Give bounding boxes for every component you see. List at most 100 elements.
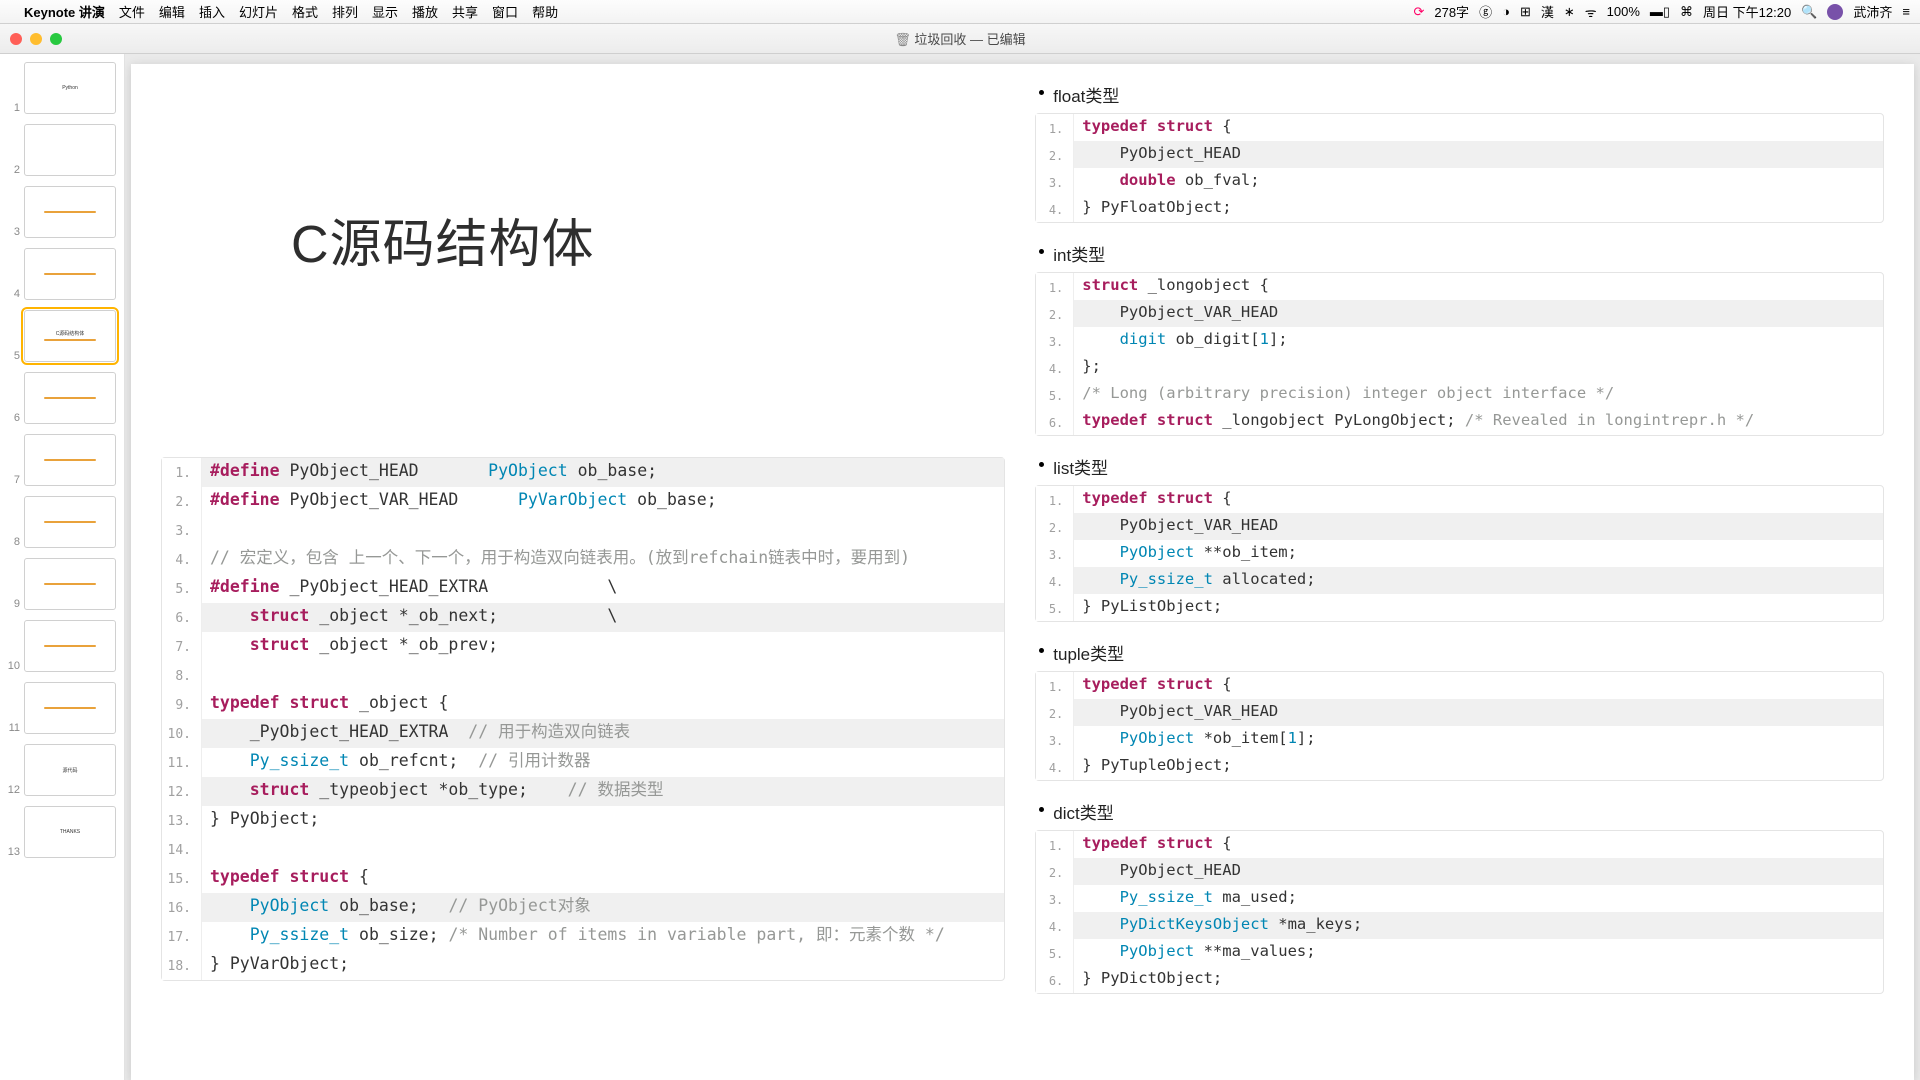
close-window-button[interactable]	[10, 33, 22, 45]
code-line: 9.typedef struct _object {	[162, 690, 1004, 719]
code-content: // 宏定义，包含 上一个、下一个，用于构造双向链表用。(放到refchain链…	[202, 545, 1004, 574]
line-number: 4.	[162, 545, 202, 574]
slide-thumbnail-13[interactable]: THANKS	[24, 806, 116, 858]
minimize-window-button[interactable]	[30, 33, 42, 45]
code-line: 2. PyObject_VAR_HEAD	[1036, 699, 1883, 726]
code-line: 5./* Long (arbitrary precision) integer …	[1036, 381, 1883, 408]
thumb-number: 10	[6, 660, 20, 672]
slide-thumbnail-7[interactable]	[24, 434, 116, 486]
slide-thumbnail-10[interactable]	[24, 620, 116, 672]
status-sync-icon[interactable]: ⟳	[1413, 4, 1424, 20]
thumb-row[interactable]: 2	[6, 124, 118, 176]
slide-navigator[interactable]: 1 Python 2 3 4 5C源码结构体 6 7 8 9 10 11 12源代码 13THANKS	[0, 54, 125, 1080]
line-number: 2.	[1036, 300, 1074, 327]
status-app-icon[interactable]: ⌘	[1680, 4, 1693, 20]
spotlight-icon[interactable]: 🔍	[1801, 4, 1817, 20]
code-block-0[interactable]: 1.typedef struct {2. PyObject_HEAD3. dou…	[1035, 113, 1884, 223]
code-line: 13.} PyObject;	[162, 806, 1004, 835]
code-content: #define PyObject_HEAD PyObject ob_base;	[202, 458, 1004, 487]
line-number: 5.	[1036, 381, 1074, 408]
window-controls	[10, 33, 62, 45]
thumb-number: 1	[6, 102, 20, 114]
code-content: PyObject_VAR_HEAD	[1074, 513, 1883, 540]
thumb-row[interactable]: 4	[6, 248, 118, 300]
user-avatar[interactable]	[1827, 4, 1843, 20]
menu-view[interactable]: 显示	[372, 2, 398, 21]
thumb-number: 6	[6, 412, 20, 424]
thumb-row[interactable]: 7	[6, 434, 118, 486]
slide-thumbnail-11[interactable]	[24, 682, 116, 734]
slide-title[interactable]: C源码结构体	[291, 202, 1005, 277]
slide-thumbnail-5[interactable]: C源码结构体	[24, 310, 116, 362]
code-content: double ob_fval;	[1074, 168, 1883, 195]
menu-arrange[interactable]: 排列	[332, 2, 358, 21]
slide[interactable]: C源码结构体 1.#define PyObject_HEAD PyObject …	[131, 64, 1914, 1080]
menu-window[interactable]: 窗口	[492, 2, 518, 21]
menu-play[interactable]: 播放	[412, 2, 438, 21]
slide-thumbnail-8[interactable]	[24, 496, 116, 548]
slide-thumbnail-6[interactable]	[24, 372, 116, 424]
code-line: 1.#define PyObject_HEAD PyObject ob_base…	[162, 458, 1004, 487]
status-unknown-icon-1[interactable]: ◑	[1502, 4, 1510, 19]
code-line: 6.typedef struct _longobject PyLongObjec…	[1036, 408, 1883, 435]
section-title: float类型	[1035, 82, 1884, 107]
menu-format[interactable]: 格式	[292, 2, 318, 21]
app-name[interactable]: Keynote 讲演	[24, 2, 105, 21]
slide-thumbnail-9[interactable]	[24, 558, 116, 610]
workspace: 1 Python 2 3 4 5C源码结构体 6 7 8 9 10 11 12源代码 13THANKS C…	[0, 54, 1920, 1080]
code-block-4[interactable]: 1.typedef struct {2. PyObject_HEAD3. Py_…	[1035, 830, 1884, 994]
code-line: 4.};	[1036, 354, 1883, 381]
code-line: 6. struct _object *_ob_next; \	[162, 603, 1004, 632]
thumb-number: 11	[6, 722, 20, 734]
slide-thumbnail-4[interactable]	[24, 248, 116, 300]
thumb-row[interactable]: 6	[6, 372, 118, 424]
line-number: 4.	[1036, 195, 1074, 222]
document-title: 垃圾回收 — 已编辑	[914, 29, 1025, 48]
thumb-row[interactable]: 8	[6, 496, 118, 548]
menu-share[interactable]: 共享	[452, 2, 478, 21]
menu-edit[interactable]: 编辑	[159, 2, 185, 21]
status-word-count[interactable]: 278字	[1434, 2, 1469, 21]
code-content: PyObject_VAR_HEAD	[1074, 699, 1883, 726]
menu-file[interactable]: 文件	[119, 2, 145, 21]
battery-icon[interactable]: ▬▯	[1650, 4, 1670, 20]
line-number: 9.	[162, 690, 202, 719]
code-block-3[interactable]: 1.typedef struct {2. PyObject_VAR_HEAD3.…	[1035, 671, 1884, 781]
thumb-row[interactable]: 9	[6, 558, 118, 610]
code-content: typedef struct _object {	[202, 690, 1004, 719]
code-content: _PyObject_HEAD_EXTRA // 用于构造双向链表	[202, 719, 1004, 748]
thumb-row[interactable]: 3	[6, 186, 118, 238]
thumb-row[interactable]: 10	[6, 620, 118, 672]
bluetooth-icon[interactable]: ∗	[1564, 4, 1575, 20]
menu-help[interactable]: 帮助	[532, 2, 558, 21]
line-number: 1.	[1036, 486, 1074, 513]
line-number: 16.	[162, 893, 202, 922]
code-block-main[interactable]: 1.#define PyObject_HEAD PyObject ob_base…	[161, 457, 1005, 981]
status-input-icon[interactable]: 漢	[1541, 2, 1554, 21]
code-line: 5.} PyListObject;	[1036, 594, 1883, 621]
slide-thumbnail-3[interactable]	[24, 186, 116, 238]
slide-thumbnail-1[interactable]: Python	[24, 62, 116, 114]
code-content: typedef struct {	[1074, 486, 1883, 513]
code-block-2[interactable]: 1.typedef struct {2. PyObject_VAR_HEAD3.…	[1035, 485, 1884, 622]
thumb-row[interactable]: 13THANKS	[6, 806, 118, 858]
user-name[interactable]: 武沛齐	[1853, 2, 1892, 21]
code-content: } PyListObject;	[1074, 594, 1883, 621]
thumb-row[interactable]: 12源代码	[6, 744, 118, 796]
thumb-row[interactable]: 5C源码结构体	[6, 310, 118, 362]
zoom-window-button[interactable]	[50, 33, 62, 45]
status-unknown-icon-2[interactable]: ⊞	[1520, 4, 1531, 20]
menu-insert[interactable]: 插入	[199, 2, 225, 21]
code-block-1[interactable]: 1.struct _longobject {2. PyObject_VAR_HE…	[1035, 272, 1884, 436]
code-line: 1.typedef struct {	[1036, 114, 1883, 141]
menu-slide[interactable]: 幻灯片	[239, 2, 278, 21]
siri-icon[interactable]: ≡	[1902, 4, 1910, 19]
thumb-number: 3	[6, 226, 20, 238]
wifi-icon[interactable]: ᯤ	[1585, 3, 1597, 21]
thumb-row[interactable]: 11	[6, 682, 118, 734]
clock[interactable]: 周日 下午12:20	[1703, 2, 1791, 21]
slide-thumbnail-2[interactable]	[24, 124, 116, 176]
status-grammarly-icon[interactable]: ⓖ	[1479, 2, 1492, 21]
slide-thumbnail-12[interactable]: 源代码	[24, 744, 116, 796]
thumb-row[interactable]: 1 Python	[6, 62, 118, 114]
